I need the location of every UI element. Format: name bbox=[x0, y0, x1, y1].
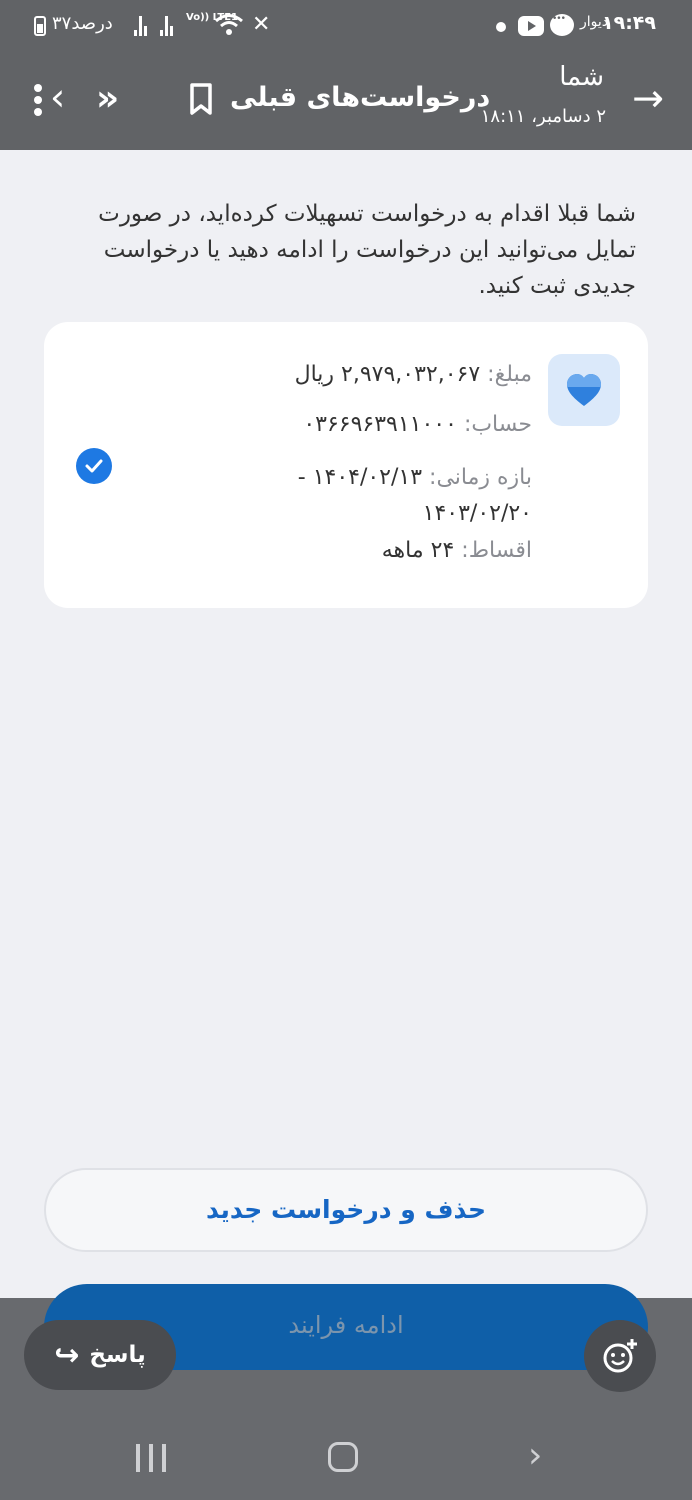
back-arrow-icon[interactable]: → bbox=[632, 78, 664, 118]
signal-icon bbox=[160, 16, 173, 36]
selected-check-icon[interactable] bbox=[76, 448, 112, 484]
installments-value: ۲۴ ماهه bbox=[381, 538, 455, 563]
reply-arrow-icon: ↪ bbox=[54, 1337, 80, 1373]
page-title: درخواست‌های قبلی bbox=[230, 82, 491, 113]
account-label: حساب: bbox=[463, 412, 532, 437]
mute-icon: ✕ bbox=[252, 12, 271, 37]
reply-button[interactable]: پاسخ ↪ bbox=[24, 1320, 176, 1390]
delete-and-new-request-button[interactable]: حذف و درخواست جدید bbox=[44, 1168, 648, 1252]
notification-dot-icon bbox=[496, 22, 506, 32]
account-row: حساب: ۰۳۶۶۹۶۳۹۱۱۰۰۰ bbox=[303, 412, 532, 437]
more-vertical-icon[interactable] bbox=[34, 84, 42, 120]
app-bar: → شما ۲ دسامبر، ۱۸:۱۱ درخواست‌های قبلی »… bbox=[0, 52, 692, 150]
amount-label: مبلغ: bbox=[487, 362, 532, 387]
clock: ۱۹:۴۹ bbox=[602, 12, 656, 34]
battery-icon bbox=[34, 16, 46, 36]
amount-row: مبلغ: ۲,۹۷۹,۰۳۲,۰۶۷ ریال bbox=[295, 362, 532, 387]
message-icon bbox=[550, 14, 574, 36]
heart-icon bbox=[548, 354, 620, 426]
home-icon[interactable] bbox=[328, 1442, 358, 1472]
reply-label: پاسخ bbox=[89, 1342, 146, 1368]
wifi-icon bbox=[214, 13, 244, 42]
emoji-add-icon[interactable] bbox=[584, 1320, 656, 1392]
youtube-icon bbox=[518, 16, 544, 36]
battery-percentage: ۳۷درصد bbox=[52, 13, 113, 34]
forward-icon[interactable]: » bbox=[96, 80, 119, 118]
bookmark-icon[interactable] bbox=[188, 82, 214, 116]
intro-message: شما قبلا اقدام به درخواست تسهیلات کرده‌ا… bbox=[98, 201, 636, 299]
amount-value: ۲,۹۷۹,۰۳۲,۰۶۷ ریال bbox=[294, 362, 481, 387]
range-row: بازه زمانی: ۱۴۰۴/۰۲/۱۳ - ۱۴۰۳/۰۲/۲۰ bbox=[232, 460, 532, 532]
back-icon[interactable]: › bbox=[528, 1436, 542, 1476]
status-bar: ۳۷درصد Vo)) LTE1 ✕ دیوار ۱۹:۴۹ bbox=[0, 0, 692, 52]
range-label: بازه زمانی: bbox=[429, 465, 532, 490]
recents-icon[interactable] bbox=[136, 1444, 166, 1472]
installments-row: اقساط: ۲۴ ماهه bbox=[382, 538, 532, 563]
sender-name: شما bbox=[559, 62, 604, 92]
installments-label: اقساط: bbox=[461, 538, 532, 563]
chevron-left-icon[interactable]: ‹ bbox=[50, 76, 65, 118]
account-value: ۰۳۶۶۹۶۳۹۱۱۰۰۰ bbox=[303, 412, 457, 437]
signal-icon bbox=[134, 16, 147, 36]
message-date: ۲ دسامبر، ۱۸:۱۱ bbox=[480, 106, 606, 127]
previous-request-card[interactable]: مبلغ: ۲,۹۷۹,۰۳۲,۰۶۷ ریال حساب: ۰۳۶۶۹۶۳۹۱… bbox=[44, 322, 648, 608]
